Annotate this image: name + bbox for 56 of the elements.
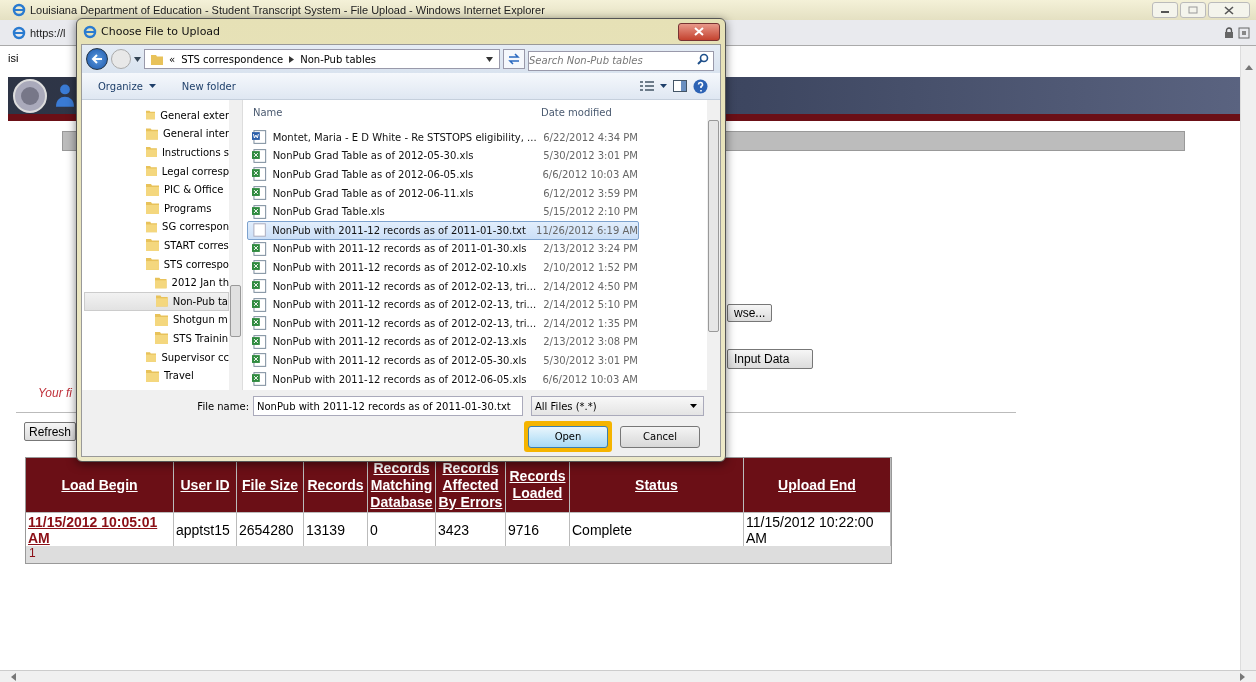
file-name: NonPub with 2011-12 records as of 2012-02-10.xls — [272, 261, 528, 273]
file-date: 5/30/2012 3:01 PM — [543, 150, 638, 162]
table-cell-text: 11/15/2012 10:22:00 AM — [746, 513, 875, 546]
folder-label: General exter — [160, 109, 229, 121]
folder-label: Instructions s — [161, 147, 229, 158]
table-cell: 3423 — [438, 521, 470, 538]
folder-label: Shotgun m — [173, 314, 228, 326]
folder-label: Travel — [164, 370, 194, 382]
file-date: 2/14/2012 5:10 PM — [543, 299, 638, 311]
file-date: 6/6/2012 10:03 AM — [542, 373, 638, 385]
folder-label: START corres — [164, 239, 229, 251]
table-cell: 2654280 — [239, 521, 294, 538]
table-cell: 9716 — [508, 521, 540, 538]
folder-label: 2012 Jan th — [171, 277, 229, 289]
folder-label: STS Trainin — [173, 332, 229, 344]
file-name: NonPub with 2011-12 records as of 2012-05-30.xls — [272, 354, 528, 366]
folder-label: General inter — [163, 128, 229, 140]
status-message: Your fi — [38, 386, 73, 400]
file-date: 5/30/2012 3:01 PM — [543, 354, 638, 366]
file-name-label: File name: — [197, 400, 249, 412]
file-name: NonPub Grad Table as of 2012-06-11.xls — [272, 187, 475, 199]
file-name: NonPub with 2011-12 records as of 2012-06-05.xls — [272, 373, 528, 385]
folder-label: Non-Pub ta — [172, 295, 228, 307]
file-date: 6/12/2012 3:59 PM — [543, 187, 638, 199]
file-date: 11/26/2012 6:19 AM — [536, 224, 638, 236]
table-cell: 13139 — [306, 521, 345, 538]
file-date: 2/14/2012 1:35 PM — [543, 317, 638, 329]
file-name: NonPub Grad Table as of 2012-06-05.xls — [272, 169, 475, 180]
folder-label: PIC & Office — [164, 184, 224, 196]
window-title: Louisiana Department of Education - Student Transcript System - File Upload - Windows Internet Explorer — [30, 4, 545, 16]
table-cell: apptst15 — [176, 521, 230, 538]
file-name: NonPub with 2011-12 records as of 2011-01-30.xls — [272, 243, 528, 255]
file-name: NonPub Grad Table.xls — [272, 206, 386, 218]
table-cell: Complete — [572, 521, 632, 538]
file-name: NonPub with 2011-12 records as of 2012-02-13, tri... — [272, 280, 538, 292]
file-name: NonPub with 2011-12 records as of 2011-01-30.txt — [272, 224, 527, 236]
folder-label: Legal corresp — [161, 165, 229, 177]
table-cell: 0 — [370, 521, 378, 538]
file-name: Montet, Maria - E D White - Re STSTOPS eligibility, ... — [272, 131, 538, 143]
folder-label: Programs — [164, 202, 212, 214]
file-date: 6/6/2012 10:03 AM — [542, 169, 638, 180]
file-name: NonPub Grad Table as of 2012-05-30.xls — [272, 150, 475, 162]
folder-label: STS correspo — [163, 258, 229, 270]
folder-label: Supervisor cc — [161, 351, 229, 363]
file-date: 2/13/2012 3:24 PM — [543, 243, 638, 255]
file-date: 2/13/2012 3:08 PM — [543, 336, 638, 348]
file-date: 2/10/2012 1:52 PM — [543, 261, 638, 273]
dialog-title: Choose File to Upload — [101, 25, 221, 38]
file-date: 2/14/2012 4:50 PM — [543, 280, 638, 292]
file-date: 6/22/2012 4:34 PM — [543, 131, 638, 143]
user-text: isi — [8, 52, 19, 64]
file-date: 5/15/2012 2:10 PM — [543, 206, 638, 218]
folder-label: SG correspon — [162, 221, 229, 233]
file-name: NonPub with 2011-12 records as of 2012-02-13, tri... — [272, 299, 538, 311]
file-name: NonPub with 2011-12 records as of 2012-02-13, tri... — [272, 317, 538, 329]
file-name: NonPub with 2011-12 records as of 2012-02-13.xls — [272, 336, 528, 348]
